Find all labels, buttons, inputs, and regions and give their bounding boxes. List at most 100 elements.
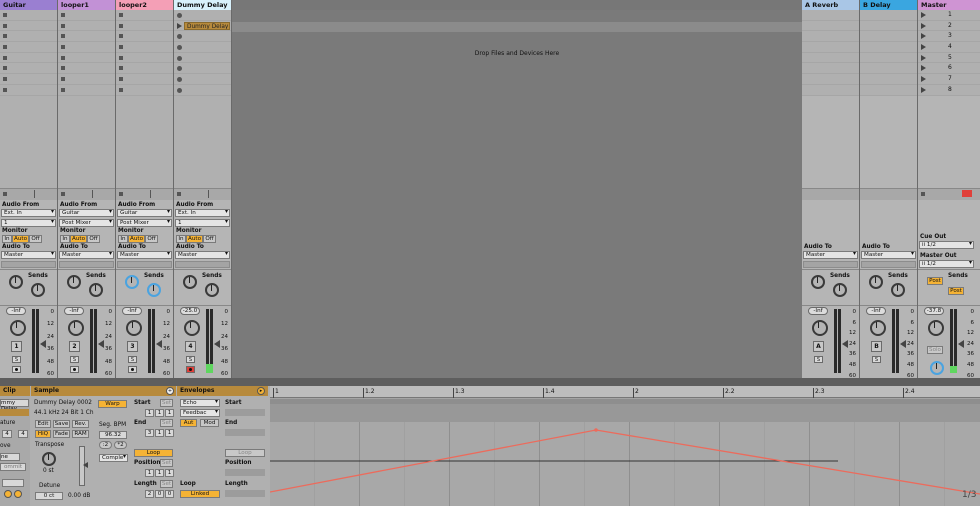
master-title[interactable]: Master xyxy=(918,0,980,10)
record-slot-icon[interactable] xyxy=(177,87,182,93)
record-slot-icon[interactable] xyxy=(177,66,182,72)
scene-slot[interactable]: 7 xyxy=(918,74,980,85)
stop-slot-icon[interactable] xyxy=(119,45,123,50)
length-set-button[interactable]: Set xyxy=(160,480,173,488)
stop-slot-icon[interactable] xyxy=(119,77,123,82)
record-slot-icon[interactable] xyxy=(177,13,182,18)
edit-button[interactable]: Edit xyxy=(35,420,51,428)
monitor-off-button[interactable]: Off xyxy=(203,235,216,243)
return-title[interactable]: B Delay xyxy=(860,0,917,10)
monitor-off-button[interactable]: Off xyxy=(87,235,100,243)
solo-button[interactable]: S xyxy=(814,356,823,363)
scene-slot[interactable]: 5 xyxy=(918,52,980,64)
stop-slot-icon[interactable] xyxy=(119,13,123,17)
half-tempo-button[interactable]: :2 xyxy=(99,441,112,449)
loop-icon[interactable] xyxy=(14,490,22,498)
audio-to-select[interactable]: Master xyxy=(175,251,230,259)
send-a-knob[interactable] xyxy=(67,275,81,289)
clip-slot[interactable] xyxy=(116,31,173,43)
stop-clips-icon[interactable] xyxy=(119,192,123,196)
input-channel-select[interactable]: Post Mixer xyxy=(59,219,114,227)
cue-out-select[interactable]: ii 1/2 xyxy=(919,241,974,249)
clip-slot[interactable] xyxy=(0,10,57,21)
modulation-button[interactable]: Mod xyxy=(200,419,219,427)
audio-from-select[interactable]: Ext. In xyxy=(1,209,56,217)
stop-slot-icon[interactable] xyxy=(3,13,7,17)
pan-knob[interactable] xyxy=(870,320,886,336)
fade-button[interactable]: Fade xyxy=(53,430,70,438)
envelope-curve[interactable] xyxy=(270,386,980,506)
cue-volume-knob[interactable] xyxy=(930,361,944,375)
record-slot-icon[interactable] xyxy=(177,45,182,51)
warp-button[interactable]: Warp xyxy=(98,400,127,408)
audio-to-select[interactable]: Master xyxy=(117,251,172,259)
clip-slot[interactable] xyxy=(58,74,115,85)
monitor-auto-button[interactable]: Auto xyxy=(128,235,145,243)
position-bar[interactable]: 1 xyxy=(145,469,154,477)
track-title[interactable]: looper1 xyxy=(58,0,115,10)
track-activator-button[interactable]: 4 xyxy=(185,341,196,352)
clip-slot[interactable] xyxy=(0,84,57,96)
clip-slot[interactable] xyxy=(58,31,115,43)
clip-slot[interactable] xyxy=(58,63,115,75)
commit-button[interactable]: ommit xyxy=(0,463,26,471)
volume-field[interactable]: -Inf xyxy=(866,307,886,315)
clip-slot[interactable] xyxy=(116,63,173,75)
track-title[interactable]: Dummy Delay xyxy=(174,0,231,10)
monitor-auto-button[interactable]: Auto xyxy=(70,235,87,243)
start-bar[interactable]: 1 xyxy=(145,409,154,417)
stop-clips-icon[interactable] xyxy=(61,192,65,196)
stop-slot-icon[interactable] xyxy=(61,66,65,71)
stop-slot-icon[interactable] xyxy=(119,55,123,60)
scene-launch-icon[interactable] xyxy=(921,33,926,40)
volume-field[interactable]: -Inf xyxy=(6,307,26,315)
clip-slot[interactable] xyxy=(174,74,231,85)
arm-button[interactable] xyxy=(12,366,21,373)
clip-slot[interactable] xyxy=(58,10,115,21)
monitor-in-button[interactable]: In xyxy=(60,235,70,243)
launch-icon[interactable] xyxy=(4,490,12,498)
monitor-auto-button[interactable]: Auto xyxy=(186,235,203,243)
track-activator-button[interactable]: 2 xyxy=(69,341,80,352)
length-beat[interactable]: 0 xyxy=(155,490,164,498)
stop-slot-icon[interactable] xyxy=(61,55,65,60)
stop-clips-icon[interactable] xyxy=(177,192,181,196)
warp-mode-select[interactable]: Comple xyxy=(99,454,128,462)
clip-slot[interactable] xyxy=(0,42,57,53)
drop-area[interactable]: Drop Files and Devices Here xyxy=(232,0,802,378)
pan-knob[interactable] xyxy=(812,320,828,336)
arm-button[interactable] xyxy=(70,366,79,373)
clip-slot[interactable] xyxy=(174,31,231,43)
stop-slot-icon[interactable] xyxy=(61,87,65,92)
clip-slot[interactable] xyxy=(116,74,173,85)
clip-slot[interactable] xyxy=(116,20,173,32)
rev-button[interactable]: Rev. xyxy=(72,420,89,428)
solo-button[interactable]: S xyxy=(186,356,195,363)
clip-slot[interactable] xyxy=(174,42,231,53)
scene-launch-icon[interactable] xyxy=(921,44,926,51)
send-a-knob[interactable] xyxy=(869,275,883,289)
send-a-knob[interactable] xyxy=(183,275,197,289)
position-set-button[interactable]: Set xyxy=(160,459,173,467)
scene-launch-icon[interactable] xyxy=(921,22,926,29)
scene-slot[interactable]: 4 xyxy=(918,42,980,53)
audio-from-select[interactable]: Guitar xyxy=(117,209,172,217)
arm-button[interactable] xyxy=(186,366,195,373)
clip-name-field[interactable]: mmy Delay xyxy=(0,399,29,412)
send-b-knob[interactable] xyxy=(147,283,161,297)
track-activator-button[interactable]: 1 xyxy=(11,341,22,352)
pan-knob[interactable] xyxy=(184,320,200,336)
solo-button[interactable]: S xyxy=(70,356,79,363)
audio-from-select[interactable]: Ext. In xyxy=(175,209,230,217)
send-b-knob[interactable] xyxy=(891,283,905,297)
clip-slot[interactable] xyxy=(58,84,115,96)
input-channel-select[interactable]: 1 xyxy=(1,219,56,227)
stop-slot-icon[interactable] xyxy=(61,13,65,17)
clip-slot[interactable] xyxy=(0,74,57,85)
stop-slot-icon[interactable] xyxy=(119,87,123,92)
monitor-auto-button[interactable]: Auto xyxy=(12,235,29,243)
scene-slot[interactable]: 2 xyxy=(918,20,980,32)
end-set-button[interactable]: Set xyxy=(160,419,173,427)
envelope-device-select[interactable]: Echo xyxy=(180,399,220,407)
pan-knob[interactable] xyxy=(126,320,142,336)
